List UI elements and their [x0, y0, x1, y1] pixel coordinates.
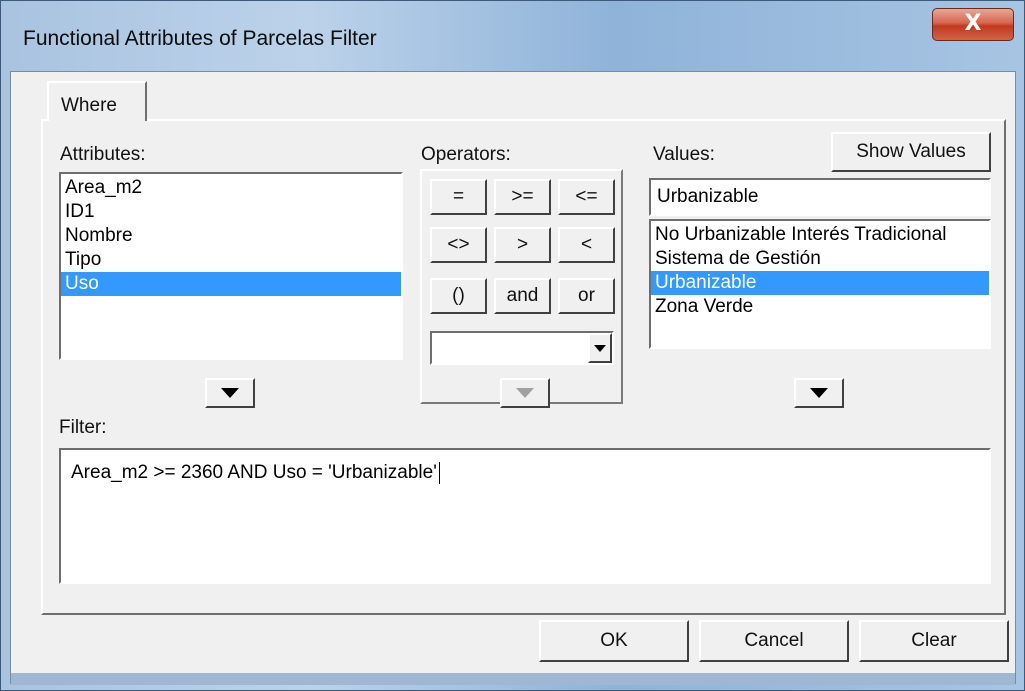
- attribute-item[interactable]: ID1: [61, 200, 401, 224]
- insert-value-button[interactable]: [794, 378, 844, 408]
- insert-operator-button: [500, 378, 550, 408]
- dialog-window: Functional Attributes of Parcelas Filter…: [0, 0, 1025, 691]
- down-arrow-icon: [221, 388, 239, 398]
- cancel-button[interactable]: Cancel: [699, 620, 849, 662]
- down-arrow-icon: [810, 388, 828, 398]
- value-item[interactable]: No Urbanizable Interés Tradicional: [651, 223, 989, 247]
- filter-expression: Area_m2 >= 2360 AND Uso = 'Urbanizable': [71, 462, 437, 484]
- dialog-client-area: Where Attributes: Area_m2 ID1 Nombre Tip…: [10, 71, 1016, 685]
- attribute-item[interactable]: Nombre: [61, 224, 401, 248]
- attribute-item[interactable]: Area_m2: [61, 176, 401, 200]
- clear-button[interactable]: Clear: [859, 620, 1009, 662]
- operator-lt-button[interactable]: <: [558, 227, 615, 263]
- attribute-item-selected[interactable]: Uso: [61, 272, 401, 296]
- tab-where[interactable]: Where: [47, 81, 147, 121]
- tab-where-label: Where: [61, 95, 117, 116]
- values-listbox[interactable]: No Urbanizable Interés Tradicional Siste…: [649, 219, 991, 349]
- ok-button[interactable]: OK: [539, 620, 689, 662]
- value-item-selected[interactable]: Urbanizable: [651, 271, 989, 295]
- close-button[interactable]: X: [932, 8, 1014, 41]
- down-arrow-icon: [516, 388, 534, 398]
- attribute-item[interactable]: Tipo: [61, 248, 401, 272]
- operator-not-equal-button[interactable]: <>: [430, 227, 487, 263]
- text-cursor: [438, 462, 440, 484]
- show-values-button[interactable]: Show Values: [831, 132, 991, 172]
- value-input[interactable]: Urbanizable: [649, 178, 991, 216]
- operator-combo[interactable]: [430, 331, 614, 365]
- filter-label: Filter:: [59, 417, 107, 438]
- window-title: Functional Attributes of Parcelas Filter: [23, 27, 377, 50]
- filter-textarea[interactable]: Area_m2 >= 2360 AND Uso = 'Urbanizable': [59, 448, 991, 584]
- operator-and-button[interactable]: and: [494, 278, 551, 314]
- attributes-label: Attributes:: [60, 144, 146, 165]
- operator-equals-button[interactable]: =: [430, 179, 487, 215]
- close-icon: X: [964, 11, 982, 36]
- operator-gte-button[interactable]: >=: [494, 179, 551, 215]
- operators-label: Operators:: [421, 144, 511, 165]
- window-bottom-border: [11, 673, 1015, 685]
- value-item[interactable]: Zona Verde: [651, 295, 989, 319]
- operator-or-button[interactable]: or: [558, 278, 615, 314]
- title-bar[interactable]: Functional Attributes of Parcelas Filter…: [1, 1, 1024, 76]
- operator-lte-button[interactable]: <=: [558, 179, 615, 215]
- insert-attribute-button[interactable]: [205, 378, 255, 408]
- chevron-down-icon: [594, 345, 606, 352]
- operator-gt-button[interactable]: >: [494, 227, 551, 263]
- values-label: Values:: [653, 144, 715, 165]
- value-item[interactable]: Sistema de Gestión: [651, 247, 989, 271]
- combo-dropdown-button[interactable]: [588, 333, 612, 363]
- operator-parentheses-button[interactable]: (): [430, 278, 487, 314]
- attributes-listbox[interactable]: Area_m2 ID1 Nombre Tipo Uso: [59, 172, 403, 360]
